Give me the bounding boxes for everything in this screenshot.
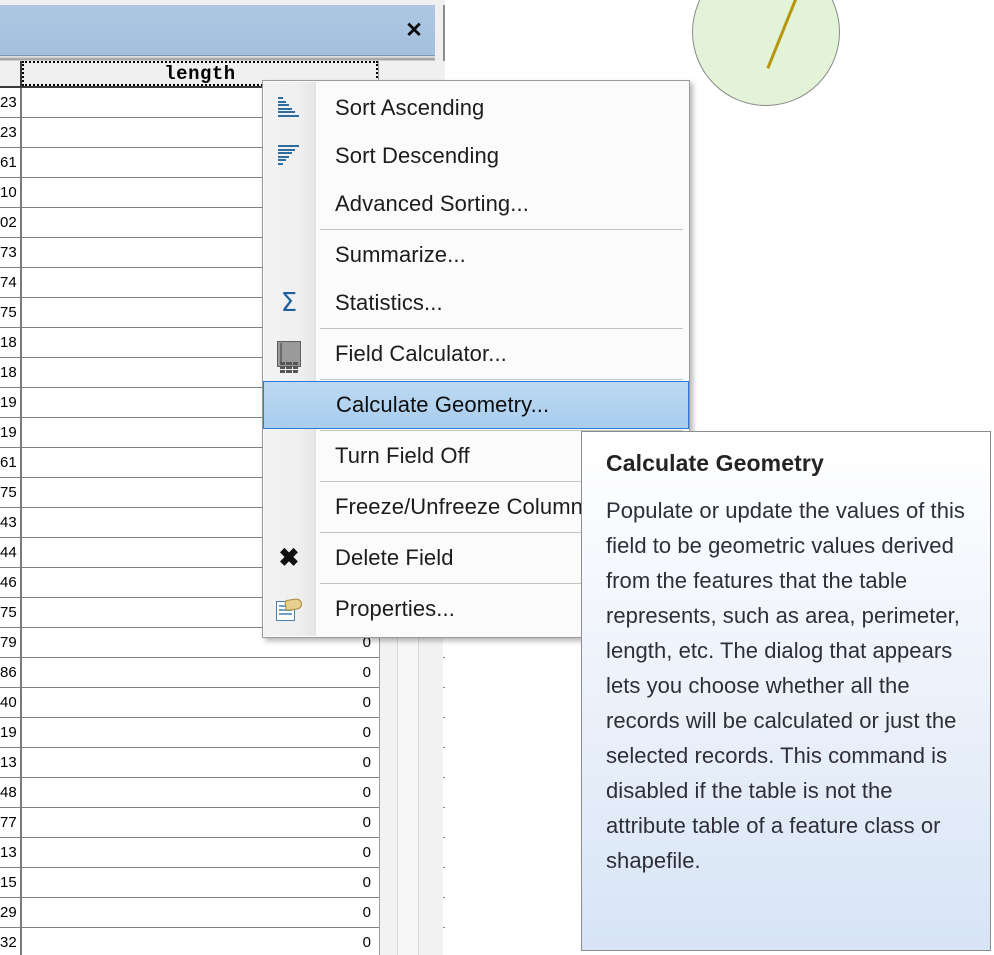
cell-length[interactable]: 0 (22, 778, 378, 807)
menu-item-label: Advanced Sorting... (335, 191, 529, 216)
cell-length[interactable]: 0 (22, 928, 378, 955)
row-number-cell[interactable]: 19 (0, 388, 22, 417)
menu-separator (320, 328, 683, 329)
menu-item-label: Delete Field (335, 545, 454, 570)
menu-icon-empty (263, 231, 315, 279)
menu-item-label: Freeze/Unfreeze Column (335, 494, 583, 519)
row-number-cell[interactable]: 75 (0, 298, 22, 327)
menu-item-sort-descending[interactable]: Sort Descending (263, 132, 689, 180)
menu-item-summarize[interactable]: Summarize... (263, 231, 689, 279)
menu-item-label: Sort Descending (335, 143, 500, 168)
sort-ascending-icon (263, 84, 315, 132)
row-number-cell[interactable]: 73 (0, 238, 22, 267)
menu-item-label: Turn Field Off (335, 443, 470, 468)
cell-length[interactable]: 0 (22, 688, 378, 717)
cell-length[interactable]: 0 (22, 658, 378, 687)
cell-length[interactable]: 0 (22, 718, 378, 747)
map-circle-polygon (692, 0, 840, 106)
row-number-cell[interactable]: 15 (0, 868, 22, 897)
row-number-cell[interactable]: 43 (0, 508, 22, 537)
menu-item-sort-ascending[interactable]: Sort Ascending (263, 84, 689, 132)
row-number-cell[interactable]: 23 (0, 118, 22, 147)
cell-length[interactable]: 0 (22, 838, 378, 867)
tooltip-title: Calculate Geometry (606, 450, 824, 476)
sigma-icon: Σ (280, 288, 298, 318)
row-number-cell[interactable]: 86 (0, 658, 22, 687)
row-number-cell[interactable]: 19 (0, 418, 22, 447)
row-number-cell[interactable]: 75 (0, 598, 22, 627)
row-number-cell[interactable]: 77 (0, 808, 22, 837)
menu-icon-empty (263, 483, 315, 531)
row-number-cell[interactable]: 18 (0, 328, 22, 357)
row-number-cell[interactable]: 10 (0, 178, 22, 207)
close-icon[interactable]: ✕ (401, 17, 427, 43)
row-number-cell[interactable]: 75 (0, 478, 22, 507)
menu-item-label: Properties... (335, 596, 455, 621)
delete-x-icon: ✖ (278, 543, 300, 572)
row-number-cell[interactable]: 74 (0, 268, 22, 297)
cell-length[interactable]: 0 (22, 868, 378, 897)
calculator-icon (263, 330, 315, 378)
menu-icon-empty (264, 382, 316, 428)
row-number-cell[interactable]: 61 (0, 448, 22, 477)
tooltip-body: Populate or update the values of this fi… (606, 498, 965, 873)
table-title-bar: ✕ (0, 5, 435, 56)
row-number-cell[interactable]: 61 (0, 148, 22, 177)
row-number-cell[interactable]: 79 (0, 628, 22, 657)
row-number-cell[interactable]: 48 (0, 778, 22, 807)
cell-length[interactable]: 0 (22, 898, 378, 927)
menu-item-calculate-geometry[interactable]: Calculate Geometry... (263, 381, 689, 429)
row-number-header (0, 61, 22, 86)
cell-length[interactable]: 0 (22, 808, 378, 837)
row-number-cell[interactable]: 13 (0, 748, 22, 777)
menu-separator (320, 379, 683, 380)
menu-icon-empty (263, 180, 315, 228)
row-number-cell[interactable]: 23 (0, 88, 22, 117)
menu-item-advanced-sorting[interactable]: Advanced Sorting... (263, 180, 689, 228)
menu-icon-empty (263, 432, 315, 480)
menu-item-statistics[interactable]: Σ Statistics... (263, 279, 689, 327)
menu-item-label: Statistics... (335, 290, 443, 315)
row-number-cell[interactable]: 32 (0, 928, 22, 955)
row-number-cell[interactable]: 02 (0, 208, 22, 237)
menu-item-label: Sort Ascending (335, 95, 485, 120)
row-number-cell[interactable]: 18 (0, 358, 22, 387)
properties-icon (263, 585, 315, 633)
row-number-cell[interactable]: 40 (0, 688, 22, 717)
menu-separator (320, 229, 683, 230)
cell-length[interactable]: 0 (22, 748, 378, 777)
row-number-cell[interactable]: 46 (0, 568, 22, 597)
menu-item-label: Calculate Geometry... (336, 392, 550, 417)
help-tooltip: Calculate Geometry Populate or update th… (581, 431, 991, 951)
row-number-cell[interactable]: 13 (0, 838, 22, 867)
menu-item-label: Field Calculator... (335, 341, 507, 366)
row-number-cell[interactable]: 19 (0, 718, 22, 747)
row-number-cell[interactable]: 44 (0, 538, 22, 567)
menu-item-label: Summarize... (335, 242, 466, 267)
row-number-cell[interactable]: 29 (0, 898, 22, 927)
menu-item-field-calculator[interactable]: Field Calculator... (263, 330, 689, 378)
sort-descending-icon (263, 132, 315, 180)
